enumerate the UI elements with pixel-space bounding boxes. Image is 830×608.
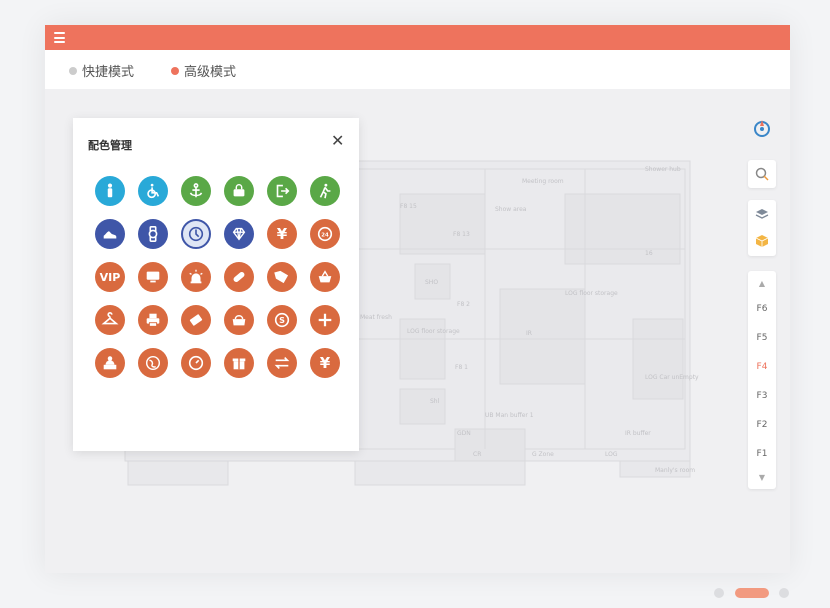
color-settings-panel: 配色管理 ✕ ¥ 24 VIP S ¥	[73, 118, 359, 451]
tag-icon[interactable]	[267, 262, 297, 292]
map-label: GDN	[457, 430, 471, 437]
app-window: 快捷模式 高级模式 F8 15 F8 13 Show area Meeting …	[45, 25, 790, 573]
exit-icon[interactable]	[267, 176, 297, 206]
anchor-icon[interactable]	[181, 176, 211, 206]
floor-item-f3[interactable]: F3	[748, 391, 776, 401]
map-label: UB Man buffer 1	[485, 412, 534, 419]
walking-icon[interactable]	[310, 176, 340, 206]
cube-icon[interactable]	[755, 234, 769, 248]
gift-icon[interactable]	[224, 348, 254, 378]
map-label: CR	[473, 451, 481, 458]
zoom-icon[interactable]	[748, 160, 776, 188]
basket-icon[interactable]	[224, 176, 254, 206]
floor-selector: ▲ F6 F5 F4 F3 F2 F1 ▼	[748, 271, 776, 489]
yen-circle-icon[interactable]: ¥	[310, 348, 340, 378]
close-icon[interactable]: ✕	[331, 133, 344, 149]
map-label: Meat fresh	[360, 314, 392, 321]
map-label: LOG floor storage	[565, 290, 618, 297]
map-label: F8 13	[453, 231, 470, 238]
wheelchair-icon[interactable]	[138, 176, 168, 206]
mode-quick[interactable]: 快捷模式	[69, 61, 134, 80]
map-label: LOG Car unEmpty	[645, 374, 699, 381]
floor-item-f2[interactable]: F2	[748, 420, 776, 430]
mode-advanced-label: 高级模式	[184, 65, 237, 80]
phone-24-icon[interactable]: 24	[310, 219, 340, 249]
panel-title: 配色管理	[88, 139, 132, 152]
svg-text:S: S	[279, 315, 285, 325]
map-label: Meeting room	[522, 178, 564, 185]
monitor-icon[interactable]	[138, 262, 168, 292]
alarm-icon[interactable]	[181, 262, 211, 292]
floor-item-f5[interactable]: F5	[748, 333, 776, 343]
map-label: SHO	[425, 279, 438, 286]
map-label: Shl	[430, 398, 440, 405]
compass-icon[interactable]	[748, 115, 776, 143]
person-icon[interactable]	[95, 176, 125, 206]
map-label: Show area	[495, 206, 527, 213]
floor-item-f4[interactable]: F4	[748, 362, 776, 372]
map-label: G Zone	[532, 451, 554, 458]
pager-dot[interactable]	[714, 588, 724, 598]
globe-icon[interactable]	[138, 348, 168, 378]
layers-icon[interactable]	[755, 207, 769, 221]
map-label: LOG floor storage	[407, 328, 460, 335]
floor-item-f1[interactable]: F1	[748, 449, 776, 459]
floor-item-f6[interactable]: F6	[748, 304, 776, 314]
map-label: F8 1	[455, 364, 468, 371]
pager-dot-active[interactable]	[735, 588, 769, 598]
yen-icon[interactable]: ¥	[267, 219, 297, 249]
chevron-up-icon[interactable]: ▲	[748, 279, 776, 288]
bag-icon[interactable]	[224, 305, 254, 335]
map-label: F8 2	[457, 301, 470, 308]
mode-advanced[interactable]: 高级模式	[171, 61, 236, 80]
exchange-s-icon[interactable]: S	[267, 305, 297, 335]
map-label: 16	[645, 250, 653, 257]
svg-text:24: 24	[321, 232, 329, 238]
menu-icon[interactable]	[54, 32, 65, 43]
view-toggle-group	[748, 200, 776, 256]
mode-dot	[69, 66, 77, 75]
map-label: IR buffer	[625, 430, 651, 437]
vip-text: VIP	[99, 270, 121, 284]
pager-dot[interactable]	[779, 588, 789, 598]
transfer-icon[interactable]	[267, 348, 297, 378]
carousel-pager	[0, 588, 830, 598]
mode-dot	[171, 66, 179, 75]
plus-icon[interactable]	[310, 305, 340, 335]
map-label: Manly's room	[655, 467, 695, 474]
speedometer-icon[interactable]	[181, 348, 211, 378]
top-bar	[45, 25, 790, 50]
map-label: Shower hub	[645, 166, 681, 173]
map-label: LOG	[605, 451, 618, 458]
shoe-icon[interactable]	[95, 219, 125, 249]
printer-icon[interactable]	[138, 305, 168, 335]
vip-icon[interactable]: VIP	[95, 262, 125, 292]
mode-quick-label: 快捷模式	[82, 65, 135, 80]
ticket-icon[interactable]	[181, 305, 211, 335]
hanger-icon[interactable]	[95, 305, 125, 335]
diamond-icon[interactable]	[224, 219, 254, 249]
map-label: F8 15	[400, 203, 417, 210]
chevron-down-icon[interactable]: ▼	[748, 473, 776, 482]
mode-bar: 快捷模式 高级模式	[45, 50, 790, 89]
service-desk-icon[interactable]	[95, 348, 125, 378]
shopping-basket-icon[interactable]	[310, 262, 340, 292]
clock-icon[interactable]	[181, 219, 211, 249]
map-label: IR	[526, 330, 532, 337]
pill-icon[interactable]	[224, 262, 254, 292]
watch-icon[interactable]	[138, 219, 168, 249]
